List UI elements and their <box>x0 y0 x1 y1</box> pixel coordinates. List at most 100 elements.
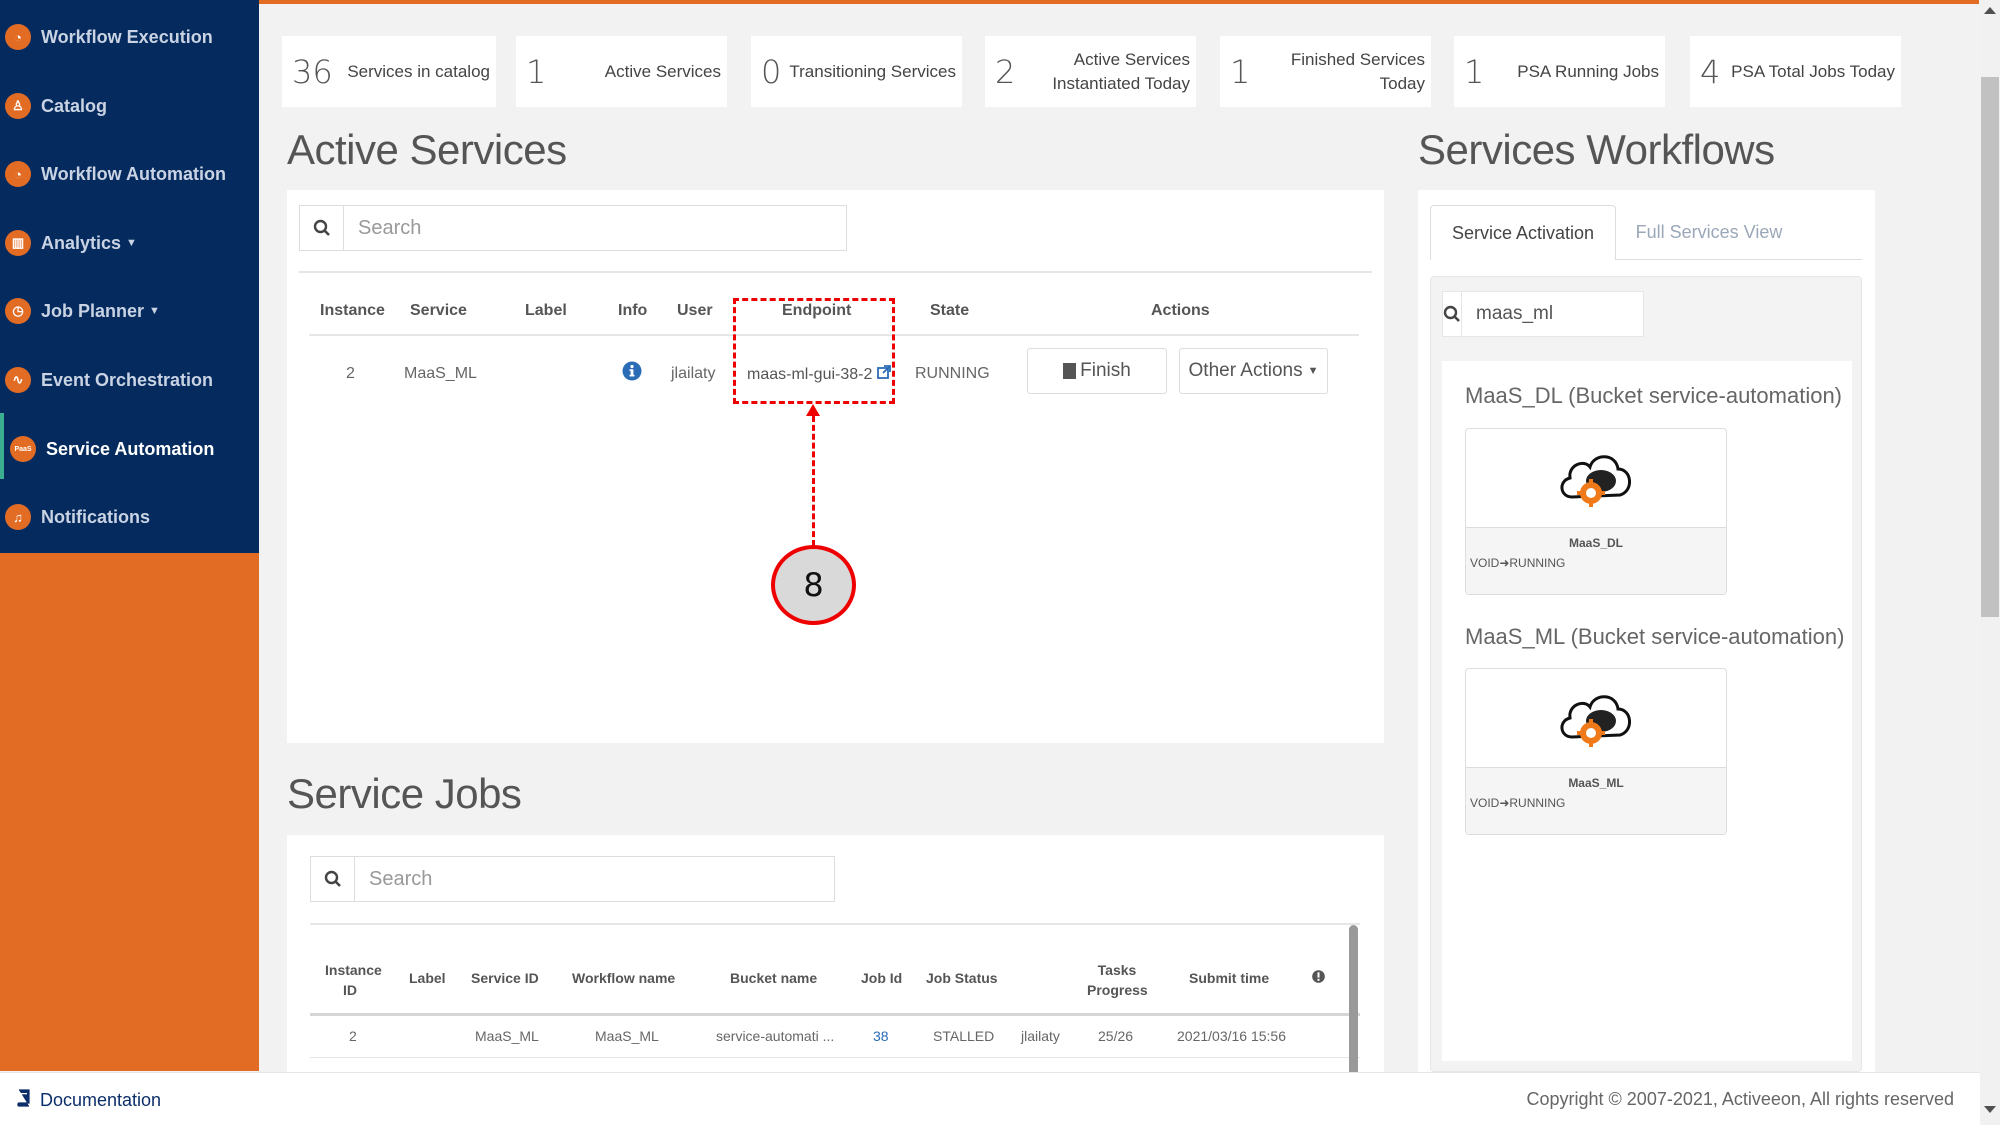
active-services-title: Active Services <box>287 126 567 173</box>
active-services-search <box>299 205 847 251</box>
scroll-up-arrow-icon[interactable] <box>1984 7 1996 14</box>
stat-label: PSA Running Jobs <box>1517 61 1659 81</box>
tab-full-services-view[interactable]: Full Services View <box>1616 205 1802 260</box>
search-icon <box>311 857 355 901</box>
sidebar: ◔ Workflow Execution ♙ Catalog ◔ Workflo… <box>0 0 259 1071</box>
scrollbar-thumb[interactable] <box>1981 77 1999 617</box>
col-user[interactable]: User <box>677 302 713 320</box>
sidebar-item-analytics[interactable]: ▥ Analytics ▼ <box>0 219 259 267</box>
workflow-card-name: MaaS_ML <box>1568 776 1624 790</box>
service-jobs-panel: Instance ID Label Service ID Workflow na… <box>287 835 1384 1072</box>
col-info: Info <box>618 302 648 319</box>
annotation-arrow-line <box>812 416 815 546</box>
sidebar-item-label: Notifications <box>41 506 151 527</box>
workflows-search-input[interactable] <box>1462 292 1721 336</box>
sidebar-item-label: Service Automation <box>46 438 215 459</box>
sidebar-item-label: Workflow Execution <box>41 26 213 47</box>
stat-value: 1 <box>1464 52 1485 91</box>
workflows-list: MaaS_DL (Bucket service-automation) MaaS… <box>1442 361 1852 1061</box>
service-jobs-title: Service Jobs <box>287 770 522 817</box>
chevron-down-icon: ▼ <box>126 237 137 249</box>
divider <box>299 271 1372 273</box>
top-accent-bar <box>259 0 1979 4</box>
col-service-id[interactable]: Service ID <box>471 970 539 986</box>
search-icon <box>1443 292 1462 336</box>
active-services-search-input[interactable] <box>344 206 846 250</box>
col-instance-id[interactable]: Instance ID <box>325 960 382 1000</box>
cloud-brain-gear-icon <box>1466 669 1726 768</box>
cell-user: jlailaty <box>1021 1028 1060 1044</box>
stat-finished-today: 1 Finished Services Today <box>1220 36 1431 107</box>
sidebar-item-service-automation[interactable]: PaaS Service Automation <box>0 413 259 479</box>
col-instance[interactable]: Instance <box>320 302 385 320</box>
workflows-search <box>1442 291 1721 337</box>
page-scrollbar[interactable] <box>1980 0 2000 1125</box>
col-workflow-name[interactable]: Workflow name <box>572 970 675 986</box>
stat-label: PSA Total Jobs Today <box>1731 61 1895 81</box>
cell-service: MaaS_ML <box>404 365 477 382</box>
cell-instance: 2 <box>346 365 355 382</box>
stat-label: Transitioning Services <box>789 61 956 81</box>
card-footer: MaaS_DL VOID➜RUNNING <box>1466 528 1726 594</box>
col-tasks-progress[interactable]: Tasks Progress <box>1087 960 1148 1000</box>
sidebar-item-job-planner[interactable]: ◷ Job Planner ▼ <box>0 287 259 335</box>
cell-state: RUNNING <box>915 365 990 382</box>
sidebar-item-workflow-execution[interactable]: ◔ Workflow Execution <box>0 13 259 61</box>
sidebar-item-event-orchestration[interactable]: ∿ Event Orchestration <box>0 356 259 404</box>
sidebar-item-workflow-automation[interactable]: ◔ Workflow Automation <box>0 150 259 198</box>
stat-value: 2 <box>995 52 1016 91</box>
finish-button[interactable]: Finish <box>1027 348 1167 394</box>
cell-tasks-progress: 25/26 <box>1098 1028 1134 1044</box>
stat-value: 36 <box>292 52 333 91</box>
sidebar-item-catalog[interactable]: ♙ Catalog <box>0 82 259 130</box>
scroll-down-arrow-icon[interactable] <box>1984 1106 1996 1113</box>
card-footer: MaaS_ML VOID➜RUNNING <box>1466 768 1726 834</box>
active-services-panel: Instance Service Label Info User Endpoin… <box>287 190 1384 743</box>
workflow-card-transition: VOID➜RUNNING <box>1470 796 1566 810</box>
caret-down-icon: ▼ <box>1307 365 1319 377</box>
tab-service-activation[interactable]: Service Activation <box>1430 205 1616 260</box>
workflow-group-title: MaaS_ML (Bucket service-automation) <box>1465 624 1845 649</box>
stat-instantiated-today: 2 Active Services Instantiated Today <box>985 36 1196 107</box>
col-job-status[interactable]: Job Status <box>926 970 998 986</box>
stat-value: 1 <box>1230 52 1251 91</box>
divider <box>310 923 1360 925</box>
workflow-card-transition: VOID➜RUNNING <box>1470 556 1566 570</box>
service-jobs-search-input[interactable] <box>355 857 834 901</box>
cloud-brain-gear-icon <box>1466 429 1726 528</box>
paas-icon: PaaS <box>10 436 36 462</box>
stat-label: Active Services Instantiated Today <box>1052 49 1190 93</box>
sidebar-item-label: Event Orchestration <box>41 369 214 390</box>
stat-label: Services in catalog <box>347 61 490 81</box>
book-icon <box>16 1089 30 1112</box>
copyright-text: Copyright © 2007-2021, Activeeon, All ri… <box>1526 1089 1955 1109</box>
service-jobs-search <box>310 856 835 902</box>
row-divider <box>310 1057 1360 1058</box>
service-jobs-scrollbar[interactable] <box>1349 925 1358 1072</box>
col-bucket-name[interactable]: Bucket name <box>730 970 817 986</box>
services-workflows-panel: Service Activation Full Services View Ma… <box>1418 190 1875 1072</box>
annotation-highlight-box <box>733 298 895 404</box>
col-job-id[interactable]: Job Id <box>861 970 902 986</box>
sidebar-item-notifications[interactable]: ♫ Notifications <box>0 493 259 541</box>
analytics-icon: ▥ <box>5 230 31 256</box>
documentation-link[interactable]: Documentation <box>16 1089 161 1112</box>
info-icon[interactable] <box>622 361 642 386</box>
finish-label: Finish <box>1080 360 1131 381</box>
col-label[interactable]: Label <box>409 970 446 986</box>
col-submit-time[interactable]: Submit time <box>1189 970 1269 986</box>
gauge-icon: ◔ <box>5 24 31 50</box>
other-actions-dropdown[interactable]: Other Actions ▼ <box>1179 348 1328 394</box>
col-service[interactable]: Service <box>410 302 467 320</box>
col-label[interactable]: Label <box>525 302 567 320</box>
sidebar-item-label: Job Planner <box>41 300 145 321</box>
stat-psa-running-jobs: 1 PSA Running Jobs <box>1454 36 1665 107</box>
annotation-step-badge: 8 <box>771 545 856 625</box>
job-id-link[interactable]: 38 <box>873 1028 889 1044</box>
documentation-label: Documentation <box>40 1090 162 1110</box>
col-state[interactable]: State <box>930 302 969 320</box>
workflow-card-maas-ml[interactable]: MaaS_ML VOID➜RUNNING <box>1465 668 1727 835</box>
workflow-card-maas-dl[interactable]: MaaS_DL VOID➜RUNNING <box>1465 428 1727 595</box>
workflow-group-title: MaaS_DL (Bucket service-automation) <box>1465 383 1843 408</box>
cell-instance-id: 2 <box>349 1028 357 1044</box>
